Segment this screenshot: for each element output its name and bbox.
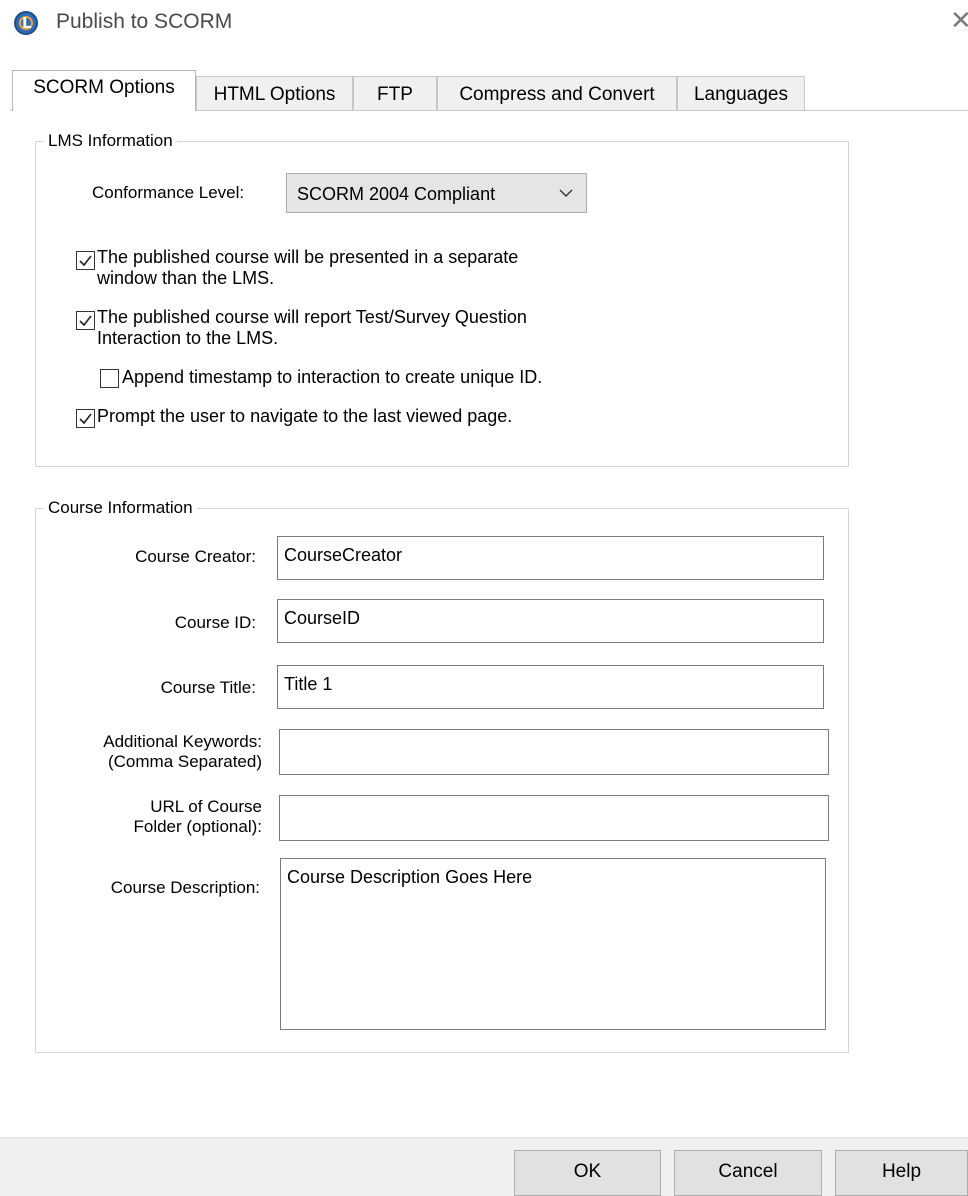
prompt-last-page-label: Prompt the user to navigate to the last … [97, 406, 513, 426]
button-bar [0, 1138, 968, 1196]
tab-html-options[interactable]: HTML Options [196, 76, 353, 110]
conformance-level-value: SCORM 2004 Compliant [297, 184, 496, 204]
tab-scorm-options[interactable]: SCORM Options [12, 70, 196, 111]
checkmark-icon [79, 413, 92, 425]
separate-window-checkbox[interactable] [76, 251, 95, 270]
additional-keywords-field[interactable] [279, 729, 829, 775]
window-title: Publish to SCORM [56, 10, 233, 33]
prompt-last-page-checkbox[interactable] [76, 409, 95, 428]
append-timestamp-checkbox[interactable] [100, 369, 119, 388]
course-folder-url-field[interactable] [279, 795, 829, 841]
lectora-logo-icon: L [14, 11, 38, 35]
course-id-field[interactable]: CourseID [277, 599, 824, 643]
lms-information-label: LMS Information [44, 130, 177, 152]
course-description-label: Course Description: [110, 878, 260, 897]
checkmark-icon [79, 315, 92, 327]
course-title-field[interactable]: Title 1 [277, 665, 824, 709]
course-creator-label: Course Creator: [135, 547, 256, 566]
report-interaction-label: The published course will report Test/Su… [97, 307, 527, 348]
course-folder-url-label: URL of Course Folder (optional): [133, 797, 262, 836]
separate-window-label: The published course will be presented i… [97, 247, 519, 288]
course-creator-field[interactable]: CourseCreator [277, 536, 824, 580]
ok-button[interactable]: OK [514, 1150, 661, 1196]
conformance-level-dropdown[interactable]: SCORM 2004 Compliant [286, 173, 587, 213]
tab-ftp[interactable]: FTP [353, 76, 437, 110]
additional-keywords-label: Additional Keywords: (Comma Separated) [103, 732, 262, 771]
course-id-label: Course ID: [174, 613, 256, 632]
checkmark-icon [79, 255, 92, 267]
help-button[interactable]: Help [835, 1150, 968, 1196]
cancel-button[interactable]: Cancel [674, 1150, 822, 1196]
chevron-down-icon [559, 189, 573, 197]
tab-languages[interactable]: Languages [677, 76, 805, 110]
append-timestamp-label: Append timestamp to interaction to creat… [122, 367, 543, 387]
report-interaction-checkbox[interactable] [76, 311, 95, 330]
conformance-level-label: Conformance Level: [92, 183, 245, 202]
course-description-textarea[interactable]: Course Description Goes Here [280, 858, 826, 1030]
close-icon[interactable]: ✕ [950, 8, 968, 34]
tab-compress-and-convert[interactable]: Compress and Convert [437, 76, 677, 110]
course-information-label: Course Information [44, 497, 197, 519]
course-title-label: Course Title: [160, 678, 256, 697]
